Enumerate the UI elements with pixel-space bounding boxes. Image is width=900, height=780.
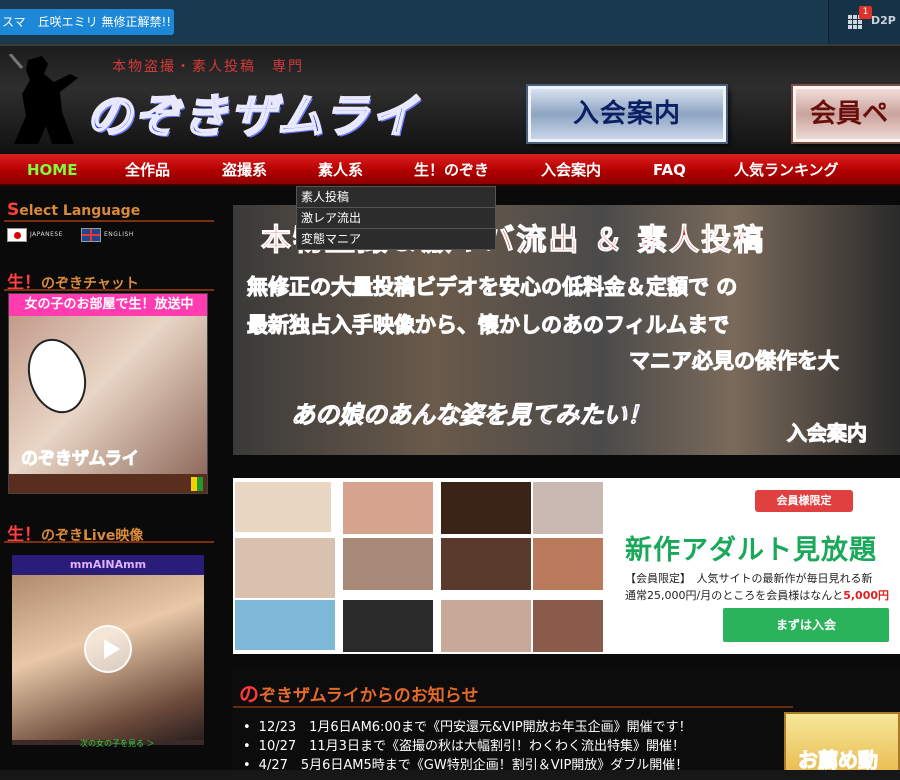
thumbnail (235, 600, 335, 650)
thumbnail (441, 538, 531, 590)
live-chat-banner[interactable]: 女の子のお部屋で生！放送中 のぞきザムライ (8, 293, 208, 494)
nav-ranking[interactable]: 人気ランキング (734, 154, 839, 186)
hero-join-link[interactable]: 入会案内 (787, 417, 868, 446)
thumbnail (441, 482, 531, 534)
thumbnail (343, 538, 433, 590)
news-heading: のぞきザムライからのお知らせ (239, 678, 478, 707)
dropdown-item-rare-leaks[interactable]: 激レア流出 (297, 208, 495, 229)
heading-divider (4, 541, 214, 543)
hero-cta-text: あの娘のあんな姿を見てみたい！ (291, 401, 652, 430)
language-heading-initial: S (7, 200, 20, 220)
language-heading: Select Language (7, 200, 140, 220)
thumbnail (533, 538, 603, 590)
nav-amateur[interactable]: 素人系 (318, 154, 363, 186)
heading-divider (4, 220, 214, 222)
amateur-dropdown-menu: 素人投稿 激レア流出 変態マニア (296, 186, 496, 250)
live-performer-name: mmAINAmm (12, 555, 204, 575)
promo-price-prefix: 通常25,000円/月のところを会員様はなんと (625, 589, 844, 602)
page: スマ 丘咲エミリ 無修正解禁!! 1 D2P 本物盗撮・素人投稿 専門 のぞきザ… (0, 0, 900, 780)
nav-all-works[interactable]: 全作品 (125, 154, 170, 186)
d2p-label: D2P (871, 14, 896, 27)
news-item[interactable]: 10/27 11月3日まで《盗撮の秋は大幅割引！わくわく流出特集》開催！ (243, 735, 685, 754)
hero-text-line-2: 最新独占入手映像から、懐かしのあのフィルムまで (246, 313, 730, 338)
thumbnail (533, 482, 603, 534)
announcement-ticker[interactable]: スマ 丘咲エミリ 無修正解禁!! (0, 9, 174, 35)
join-now-button[interactable]: まずは入会 (723, 608, 889, 642)
live-video-player[interactable]: mmAINAmm (12, 555, 204, 745)
thumbnail-grid (233, 478, 605, 654)
chat-logo: のぞきザムライ (21, 449, 140, 470)
nav-join-info[interactable]: 入会案内 (541, 154, 601, 186)
thumbnail (343, 600, 433, 652)
chat-banner-title: 女の子のお部屋で生！放送中 (9, 294, 207, 316)
hero-text-line-1: 無修正の大量投稿ビデオを安心の低料金＆定額で の (246, 275, 738, 300)
language-english[interactable]: ENGLISH (104, 228, 134, 242)
next-performer-link[interactable]: 次の女の子を見る ＞ (80, 738, 155, 749)
news-heading-text: ぞきザムライからのお知らせ (259, 686, 479, 706)
hero-text-line-3: マニア必見の傑作を大 (629, 349, 840, 374)
promo-title: 新作アダルト見放題 (625, 535, 877, 566)
member-page-button[interactable]: 会員ペ (793, 86, 900, 142)
top-bar: スマ 丘咲エミリ 無修正解禁!! 1 D2P (0, 0, 900, 44)
nav-home[interactable]: HOME (27, 154, 77, 186)
promo-price-highlight: 5,000円 (843, 589, 889, 602)
news-divider (233, 706, 793, 708)
thumbnail (235, 538, 335, 598)
samurai-silhouette-icon (8, 54, 78, 144)
thumbnail (235, 482, 331, 532)
beginner-mark-icon (191, 477, 203, 491)
main-nav: HOME 全作品 盗撮系 素人系 生！のぞき 入会案内 FAQ 人気ランキング (0, 154, 900, 186)
dropdown-item-amateur-posts[interactable]: 素人投稿 (297, 187, 495, 208)
site-logo[interactable]: のぞきザムライ (85, 80, 419, 146)
thumbnail (441, 600, 531, 652)
join-info-button[interactable]: 入会案内 (528, 86, 726, 142)
thumbnail (343, 482, 433, 534)
members-only-badge: 会員様限定 (755, 490, 853, 512)
promo-subtitle: 【会員限定】 人気サイトの最新作が毎日見れる新 (625, 572, 873, 585)
bottom-strip (0, 770, 900, 780)
recommended-label: お薦め動 (798, 748, 879, 773)
language-heading-text: elect Language (19, 203, 141, 219)
site-header: 本物盗撮・素人投稿 専門 のぞきザムライ 入会案内 会員ペ (0, 44, 900, 154)
chat-footer-bar (9, 474, 207, 493)
nav-voyeur[interactable]: 盗撮系 (222, 154, 267, 186)
d2p-widget[interactable]: 1 D2P (828, 0, 900, 44)
nav-live-peep[interactable]: 生！のぞき (414, 154, 489, 186)
promo-price-text: 通常25,000円/月のところを会員様はなんと5,000円 (625, 587, 889, 603)
uk-flag-icon[interactable] (81, 228, 101, 242)
news-heading-initial: の (239, 682, 259, 706)
site-tagline: 本物盗撮・素人投稿 専門 (112, 59, 304, 75)
language-japanese[interactable]: JAPANESE (30, 228, 63, 242)
thumbnail (533, 600, 603, 652)
heading-divider (4, 289, 214, 291)
play-icon[interactable] (84, 625, 132, 673)
news-item[interactable]: 12/23 1月6日AM6:00まで《円安還元&VIP開放お年玉企画》開催です！ (243, 716, 692, 735)
dropdown-item-mania[interactable]: 変態マニア (297, 229, 495, 250)
japan-flag-icon[interactable] (7, 228, 27, 242)
members-promo-banner[interactable]: 会員様限定 新作アダルト見放題 【会員限定】 人気サイトの最新作が毎日見れる新 … (233, 478, 900, 654)
nav-faq[interactable]: FAQ (653, 154, 686, 186)
